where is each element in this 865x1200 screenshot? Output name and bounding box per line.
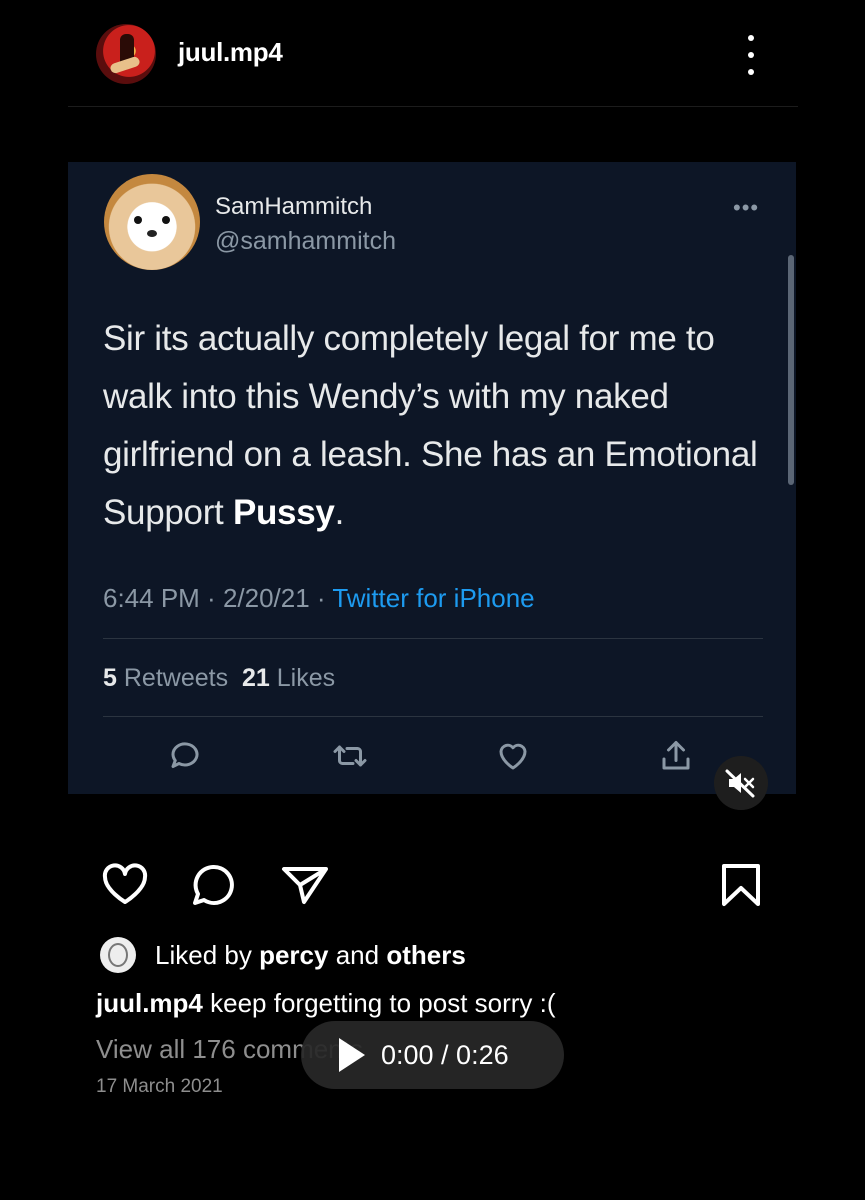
post-date: 17 March 2021	[96, 1076, 223, 1097]
tweet-text: Sir its actually completely legal for me…	[103, 319, 758, 532]
tweet-avatar	[104, 174, 200, 270]
post-username[interactable]: juul.mp4	[178, 37, 283, 68]
liked-by[interactable]: Liked by percy and others	[155, 940, 466, 971]
tweet-retweet-icon	[333, 745, 367, 767]
tweet-like-icon	[499, 743, 527, 770]
more-vertical-icon[interactable]	[740, 35, 762, 75]
caption-username[interactable]: juul.mp4	[96, 988, 203, 1018]
tweet-divider-2	[103, 716, 763, 717]
comment-icon[interactable]	[189, 862, 239, 908]
play-icon[interactable]	[339, 1038, 365, 1072]
post-caption: juul.mp4 keep forgetting to post sorry :…	[96, 988, 556, 1018]
tweet-source: Twitter for iPhone	[332, 583, 535, 613]
muted-speaker-icon[interactable]	[714, 756, 768, 810]
tweet-share-icon	[662, 741, 690, 770]
tweet-author-handle: @samhammitch	[215, 227, 396, 255]
video-time: 0:00 / 0:26	[381, 1039, 509, 1070]
profile-avatar[interactable]	[96, 24, 156, 84]
tweet-stats: 5 Retweets 21 Likes	[103, 664, 336, 692]
video-player-control[interactable]: 0:00 / 0:26	[301, 1021, 564, 1089]
media-scrollbar	[788, 255, 794, 485]
tweet-meta: 6:44 PM · 2/20/21 · Twitter for iPhone	[103, 583, 535, 613]
liked-by-avatar[interactable]	[100, 937, 136, 973]
tweet-author-name: SamHammitch	[215, 193, 373, 220]
tweet-bold-word: Pussy	[232, 493, 335, 532]
bookmark-icon[interactable]	[716, 862, 766, 908]
send-icon[interactable]	[280, 862, 330, 908]
tweet-reply-icon	[171, 742, 199, 768]
heart-icon[interactable]	[100, 862, 150, 908]
header-divider	[68, 106, 798, 107]
tweet-divider	[103, 638, 763, 639]
tweet-more-icon: •••	[733, 195, 760, 220]
